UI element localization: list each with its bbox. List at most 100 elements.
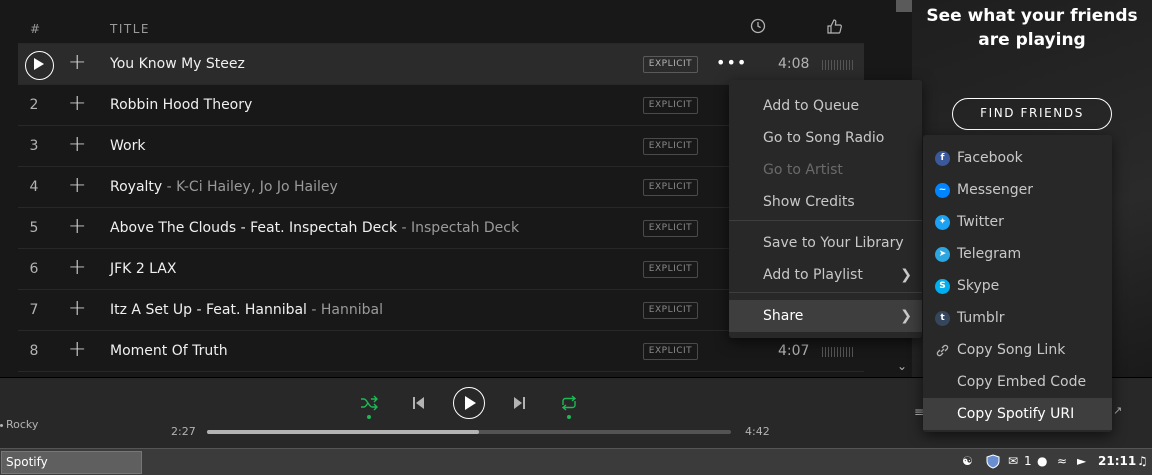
more-options-icon[interactable]: ••• bbox=[716, 53, 747, 72]
track-title-text[interactable]: JFK 2 LAX bbox=[110, 261, 176, 277]
share-item-label: Copy Song Link bbox=[957, 342, 1066, 358]
share-item-label: Copy Spotify URI bbox=[957, 406, 1075, 422]
menu-item-go-to-song-radio[interactable]: Go to Song Radio bbox=[729, 122, 922, 154]
track-title-text[interactable]: Work bbox=[110, 138, 145, 154]
add-to-library-icon[interactable]: + bbox=[68, 297, 86, 321]
track-artist[interactable]: Inspectah Deck bbox=[411, 220, 519, 236]
music-note-icon[interactable]: ♫ bbox=[1137, 454, 1148, 468]
explicit-badge: EXPLICIT bbox=[643, 97, 698, 114]
volume-icon[interactable]: ► bbox=[1077, 454, 1086, 468]
explicit-badge: EXPLICIT bbox=[643, 261, 698, 278]
next-button[interactable] bbox=[512, 395, 526, 414]
track-title-text[interactable]: Royalty bbox=[110, 179, 162, 195]
track-title-text[interactable]: You Know My Steez bbox=[110, 56, 245, 72]
track-title[interactable]: Robbin Hood Theory bbox=[110, 97, 252, 113]
track-number: 7 bbox=[29, 302, 39, 318]
track-row[interactable]: + You Know My Steez EXPLICIT ••• 4:08 bbox=[18, 44, 864, 85]
menu-item-share[interactable]: Share ❯ bbox=[729, 300, 922, 332]
link-icon bbox=[935, 343, 950, 358]
explicit-badge: EXPLICIT bbox=[643, 179, 698, 196]
share-item-copy-embed-code[interactable]: Copy Embed Code bbox=[923, 366, 1112, 398]
expand-icon[interactable]: ↗ bbox=[1113, 404, 1122, 417]
track-artist[interactable]: Hannibal bbox=[321, 302, 383, 318]
menu-item-label: Add to Playlist bbox=[763, 267, 863, 283]
add-to-library-icon[interactable]: + bbox=[68, 92, 86, 116]
share-item-twitter[interactable]: ✦ Twitter bbox=[923, 206, 1112, 238]
track-title-text[interactable]: Itz A Set Up - Feat. Hannibal bbox=[110, 302, 307, 318]
popularity-bar bbox=[822, 60, 854, 70]
now-playing-artist[interactable]: Rocky bbox=[0, 418, 38, 431]
add-to-library-icon[interactable]: + bbox=[68, 133, 86, 157]
share-item-tumblr[interactable]: t Tumblr bbox=[923, 302, 1112, 334]
track-number: 3 bbox=[29, 138, 39, 154]
share-item-copy-song-link[interactable]: Copy Song Link bbox=[923, 334, 1112, 366]
share-item-skype[interactable]: S Skype bbox=[923, 270, 1112, 302]
share-item-label: Tumblr bbox=[957, 310, 1005, 326]
scrollbar-thumb[interactable] bbox=[896, 0, 912, 12]
play-track-button[interactable] bbox=[25, 51, 54, 80]
skip-next-icon bbox=[514, 397, 525, 409]
track-title[interactable]: Itz A Set Up - Feat. Hannibal - Hannibal bbox=[110, 302, 383, 318]
track-title-text[interactable]: Robbin Hood Theory bbox=[110, 97, 252, 113]
progress-bar-fill bbox=[207, 430, 480, 434]
track-title[interactable]: Above The Clouds - Feat. Inspectah Deck … bbox=[110, 220, 519, 236]
play-icon bbox=[465, 396, 476, 410]
track-title[interactable]: You Know My Steez bbox=[110, 56, 245, 72]
repeat-button[interactable] bbox=[560, 395, 578, 415]
explicit-badge: EXPLICIT bbox=[643, 343, 698, 360]
wifi-icon[interactable]: ≈ bbox=[1057, 454, 1067, 468]
clock-icon[interactable] bbox=[750, 18, 766, 37]
track-artist[interactable]: K-Ci Hailey, Jo Jo Hailey bbox=[176, 179, 338, 195]
telegram-icon: ➤ bbox=[935, 247, 950, 262]
explicit-badge: EXPLICIT bbox=[643, 220, 698, 237]
clock: 21:11 bbox=[1098, 454, 1137, 468]
column-header-title[interactable]: TITLE bbox=[110, 22, 150, 36]
add-to-library-icon[interactable]: + bbox=[68, 215, 86, 239]
share-item-messenger[interactable]: ~ Messenger bbox=[923, 174, 1112, 206]
menu-item-add-to-queue[interactable]: Add to Queue bbox=[729, 90, 922, 122]
menu-item-label: Go to Song Radio bbox=[763, 130, 885, 146]
now-playing-artist-label[interactable]: Rocky bbox=[6, 418, 38, 431]
menu-divider bbox=[729, 292, 922, 293]
skype-icon: S bbox=[935, 279, 950, 294]
shuffle-button[interactable] bbox=[360, 395, 378, 415]
find-friends-button[interactable]: FIND FRIENDS bbox=[952, 98, 1112, 130]
user-icon[interactable]: ● bbox=[1037, 454, 1047, 468]
share-item-facebook[interactable]: f Facebook bbox=[923, 142, 1112, 174]
menu-divider bbox=[729, 220, 922, 221]
play-button[interactable] bbox=[453, 387, 485, 419]
progress-bar[interactable] bbox=[207, 430, 731, 434]
add-to-library-icon[interactable]: + bbox=[68, 174, 86, 198]
share-item-copy-spotify-uri[interactable]: Copy Spotify URI bbox=[923, 398, 1112, 430]
add-to-library-icon[interactable]: + bbox=[68, 51, 86, 75]
tumblr-icon: t bbox=[935, 311, 950, 326]
os-taskbar: Spotify ☯ ✉ 1 ● ≈ ► 21:11 ♫ bbox=[0, 448, 1152, 475]
add-to-library-icon[interactable]: + bbox=[68, 256, 86, 280]
track-title[interactable]: JFK 2 LAX bbox=[110, 261, 176, 277]
share-item-telegram[interactable]: ➤ Telegram bbox=[923, 238, 1112, 270]
chevron-right-icon: ❯ bbox=[900, 308, 912, 324]
friends-heading-line2: are playing bbox=[978, 30, 1086, 50]
taskbar-item-spotify[interactable]: Spotify bbox=[1, 451, 142, 474]
popularity-bar bbox=[822, 347, 854, 357]
accessibility-icon[interactable]: ☯ bbox=[962, 454, 973, 468]
shield-icon[interactable] bbox=[986, 454, 1000, 472]
facebook-icon: f bbox=[935, 151, 950, 166]
messenger-icon: ~ bbox=[935, 183, 950, 198]
track-title[interactable]: Moment Of Truth bbox=[110, 343, 228, 359]
track-title[interactable]: Work bbox=[110, 138, 145, 154]
menu-item-add-to-playlist[interactable]: Add to Playlist ❯ bbox=[729, 259, 922, 291]
notification-icon[interactable]: ✉ bbox=[1008, 454, 1018, 468]
share-item-label: Skype bbox=[957, 278, 1000, 294]
chevron-down-icon[interactable]: ⌄ bbox=[897, 359, 907, 373]
menu-item-save-to-library[interactable]: Save to Your Library bbox=[729, 227, 922, 259]
track-title-text[interactable]: Moment Of Truth bbox=[110, 343, 228, 359]
add-to-library-icon[interactable]: + bbox=[68, 338, 86, 362]
track-title-text[interactable]: Above The Clouds - Feat. Inspectah Deck bbox=[110, 220, 397, 236]
twitter-icon: ✦ bbox=[935, 215, 950, 230]
track-title[interactable]: Royalty - K-Ci Hailey, Jo Jo Hailey bbox=[110, 179, 338, 195]
previous-button[interactable] bbox=[412, 395, 426, 414]
play-icon bbox=[34, 58, 44, 70]
menu-item-show-credits[interactable]: Show Credits bbox=[729, 186, 922, 218]
thumbs-up-icon[interactable] bbox=[826, 18, 843, 38]
